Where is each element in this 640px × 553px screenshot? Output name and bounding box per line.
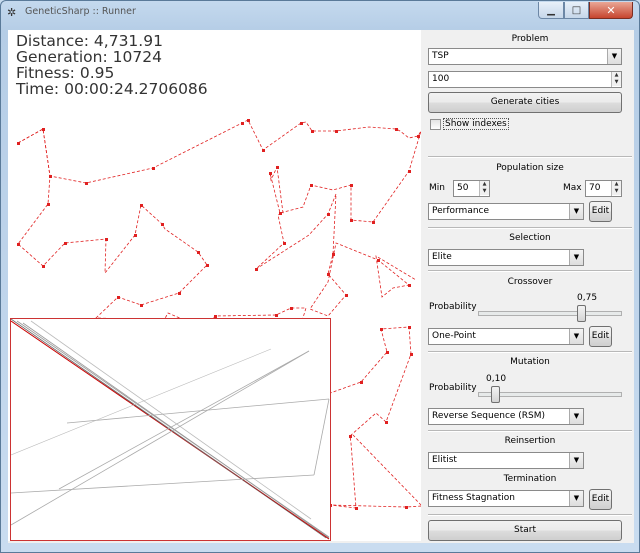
spin-up-icon[interactable]: ▲: [612, 181, 621, 188]
route-path-top: [17, 119, 421, 317]
divider: [428, 430, 632, 432]
max-label: Max: [563, 183, 582, 193]
crossover-value: One-Point: [432, 331, 476, 341]
termination-edit-button[interactable]: Edit: [589, 489, 612, 510]
window-title: GeneticSharp :: Runner: [25, 6, 136, 17]
crossover-select[interactable]: One-Point ▼: [428, 328, 584, 345]
divider: [428, 156, 632, 158]
generation-label: Generation: 10724: [16, 48, 162, 66]
population-chart: [10, 318, 331, 541]
reinsertion-select[interactable]: Elitist ▼: [428, 452, 584, 469]
maximize-button[interactable]: □: [564, 2, 589, 19]
mutation-slider-thumb[interactable]: [491, 386, 500, 403]
population-title: Population size: [496, 163, 564, 173]
close-button[interactable]: ✕: [589, 2, 633, 19]
spin-up-icon[interactable]: ▲: [480, 181, 489, 188]
generation-strategy-value: Performance: [432, 206, 490, 216]
chevron-down-icon: ▼: [569, 491, 583, 506]
minimize-button[interactable]: ▁: [538, 2, 564, 19]
mutation-value: Reverse Sequence (RSM): [432, 411, 546, 421]
problem-value: TSP: [432, 51, 449, 61]
selection-title: Selection: [509, 233, 551, 243]
min-population-value: 50: [457, 183, 469, 193]
app-window: ✲ GeneticSharp :: Runner ▁ □ ✕ Distance:…: [0, 0, 640, 553]
spin-down-icon[interactable]: ▼: [612, 79, 621, 86]
distance-label: Distance: 4,731.91: [16, 32, 163, 50]
cities-count-input[interactable]: 100 ▲ ▼: [428, 71, 622, 88]
tsp-canvas[interactable]: Distance: 4,731.91 Generation: 10724 Fit…: [8, 30, 421, 541]
divider: [428, 227, 632, 229]
crossover-probability-slider[interactable]: [478, 311, 622, 316]
chevron-down-icon: ▼: [569, 204, 583, 219]
spin-down-icon[interactable]: ▼: [480, 188, 489, 195]
termination-select[interactable]: Fitness Stagnation ▼: [428, 490, 584, 507]
mutation-title: Mutation: [510, 357, 550, 367]
run-stats: Distance: 4,731.91 Generation: 10724 Fit…: [16, 33, 208, 97]
min-population-input[interactable]: 50 ▲ ▼: [453, 180, 490, 197]
termination-value: Fitness Stagnation: [432, 493, 515, 503]
cities-count-value: 100: [432, 74, 450, 84]
population-edit-button[interactable]: Edit: [589, 201, 612, 222]
selection-value: Elite: [432, 252, 452, 262]
crossover-edit-button[interactable]: Edit: [589, 326, 612, 347]
divider: [428, 514, 632, 516]
max-population-spinner[interactable]: ▲ ▼: [611, 181, 621, 196]
max-population-input[interactable]: 70 ▲ ▼: [585, 180, 622, 197]
chevron-down-icon: ▼: [569, 409, 583, 424]
settings-panel: Problem TSP ▼ 100 ▲ ▼ Generate cities Sho…: [428, 30, 632, 541]
generation-strategy-select[interactable]: Performance ▼: [428, 203, 584, 220]
problem-title: Problem: [511, 34, 549, 44]
generate-cities-button[interactable]: Generate cities: [428, 92, 622, 113]
fitness-label: Fitness: 0.95: [16, 64, 115, 82]
show-indexes-checkbox[interactable]: [430, 119, 441, 130]
show-indexes-label[interactable]: Show indexes: [443, 118, 509, 130]
reinsertion-value: Elitist: [432, 455, 457, 465]
start-button[interactable]: Start: [428, 520, 622, 541]
population-lines: [10, 318, 330, 540]
min-label: Min: [429, 183, 445, 193]
mutation-select[interactable]: Reverse Sequence (RSM) ▼: [428, 408, 584, 425]
client-area: Distance: 4,731.91 Generation: 10724 Fit…: [8, 30, 634, 543]
problem-select[interactable]: TSP ▼: [428, 48, 622, 65]
chevron-down-icon: ▼: [607, 49, 621, 64]
chevron-down-icon: ▼: [569, 329, 583, 344]
reinsertion-title: Reinsertion: [504, 436, 556, 446]
max-population-value: 70: [589, 183, 601, 193]
chevron-down-icon: ▼: [569, 453, 583, 468]
crossover-probability-value: 0,75: [577, 293, 598, 303]
time-label: Time: 00:00:24.2706086: [16, 80, 208, 98]
crossover-title: Crossover: [507, 277, 553, 287]
cities-count-spinner[interactable]: ▲ ▼: [611, 72, 621, 87]
spin-up-icon[interactable]: ▲: [612, 72, 621, 79]
divider: [428, 270, 632, 272]
selection-select[interactable]: Elite ▼: [428, 249, 584, 266]
mutation-probability-value: 0,10: [486, 374, 507, 384]
spin-down-icon[interactable]: ▼: [612, 188, 621, 195]
chevron-down-icon: ▼: [569, 250, 583, 265]
title-bar[interactable]: ✲ GeneticSharp :: Runner ▁ □ ✕: [1, 1, 639, 25]
divider: [428, 351, 632, 353]
termination-title: Termination: [503, 474, 557, 484]
min-population-spinner[interactable]: ▲ ▼: [479, 181, 489, 196]
dna-icon: ✲: [7, 6, 17, 19]
crossover-slider-thumb[interactable]: [577, 305, 586, 322]
crossover-probability-label: Probability: [429, 302, 477, 312]
mutation-probability-label: Probability: [429, 383, 477, 393]
